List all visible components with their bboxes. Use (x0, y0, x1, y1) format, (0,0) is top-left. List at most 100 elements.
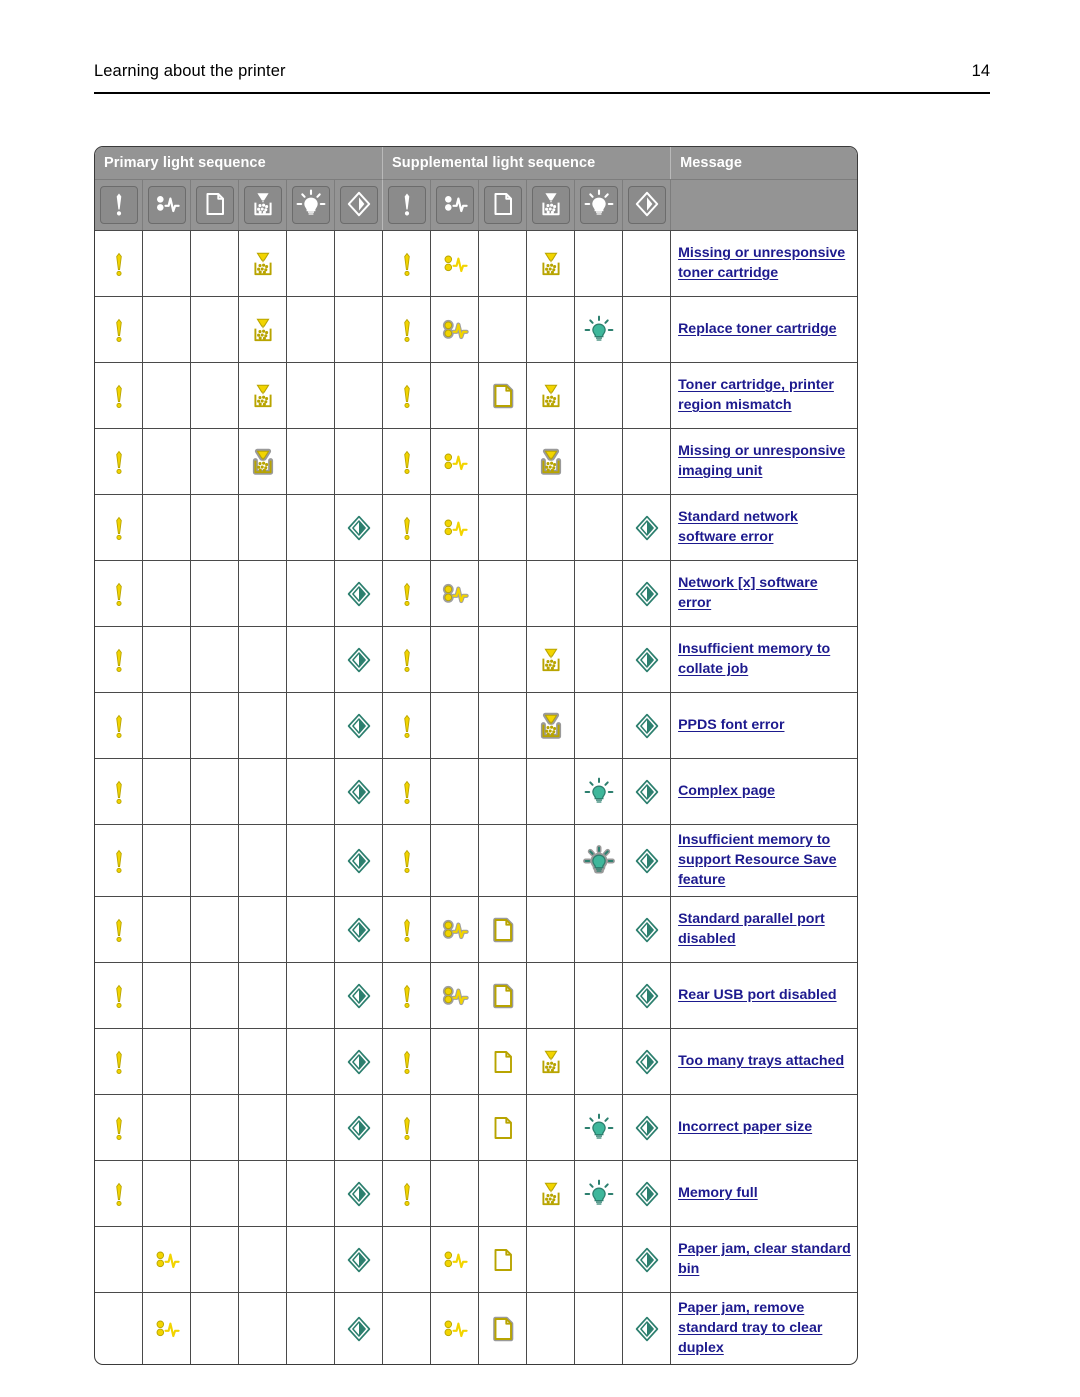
light-cell-empty (383, 1292, 432, 1364)
light-cell (335, 626, 384, 692)
light-cell (527, 626, 576, 692)
light-cell-empty (239, 1226, 287, 1292)
light-cell-empty (143, 362, 191, 428)
light-cell-empty (143, 428, 191, 494)
message-link[interactable]: Paper jam, remove standard tray to clear… (678, 1300, 822, 1356)
light-cell (383, 362, 432, 428)
lightbulb-icon-glyph (582, 187, 616, 221)
light-cell (431, 1226, 480, 1292)
error-light-on-icon (102, 775, 136, 809)
message-cell: Insufficient memory to collate job (671, 626, 858, 692)
message-link[interactable]: Missing or unresponsive imaging unit (678, 443, 845, 479)
table-row: Missing or unresponsive toner cartridge (95, 230, 858, 296)
light-cell (431, 296, 480, 362)
light-cell (479, 896, 528, 962)
error-light-on-icon (390, 445, 424, 479)
start-icon-glyph (342, 187, 376, 221)
light-cell-empty (287, 1226, 335, 1292)
light-cell-empty (287, 1292, 335, 1364)
lightbulb-icon-glyph (294, 187, 328, 221)
light-cell-empty (143, 758, 191, 824)
light-cell (623, 560, 672, 626)
message-link[interactable]: Standard parallel port disabled (678, 911, 825, 947)
light-cell-empty (143, 230, 191, 296)
light-cell (527, 692, 576, 758)
table-row: Insufficient memory to collate job (95, 626, 858, 692)
error-icon-glyph (390, 187, 424, 221)
message-link[interactable]: Network [x] software error (678, 575, 818, 611)
light-cell-empty (143, 896, 191, 962)
toner-light-on-icon (534, 379, 568, 413)
light-cell-empty (575, 962, 624, 1028)
legend-cell (287, 179, 335, 230)
error-icon-glyph (102, 187, 136, 221)
table-row: Replace toner cartridge (95, 296, 858, 362)
light-cell (431, 494, 480, 560)
light-cell-empty (431, 1028, 480, 1094)
start-button-light-on-icon (630, 1111, 664, 1145)
light-cell (623, 626, 672, 692)
message-link[interactable]: Incorrect paper size (678, 1119, 812, 1135)
load-paper-light-on-icon (486, 1243, 520, 1277)
light-cell-empty (239, 560, 287, 626)
error-light-on-icon (390, 511, 424, 545)
message-cell: Incorrect paper size (671, 1094, 858, 1160)
light-cell-empty (335, 362, 384, 428)
light-cell (335, 962, 384, 1028)
message-link[interactable]: Insufficient memory to collate job (678, 641, 830, 677)
light-cell-empty (575, 1028, 624, 1094)
light-cell-empty (527, 896, 576, 962)
light-cell-empty (239, 1094, 287, 1160)
start-button-light-on-icon (342, 709, 376, 743)
message-link[interactable]: Too many trays attached (678, 1053, 844, 1069)
start-button-light-on-icon (630, 1312, 664, 1346)
message-link[interactable]: Standard network software error (678, 509, 798, 545)
paper-jam-icon (147, 186, 186, 224)
light-cell-empty (287, 560, 335, 626)
light-cell (383, 758, 432, 824)
load-paper-light-blinking-icon (486, 379, 520, 413)
message-cell: Complex page (671, 758, 858, 824)
message-link[interactable]: Replace toner cartridge (678, 321, 836, 337)
message-link[interactable]: PPDS font error (678, 717, 784, 733)
message-cell: Missing or unresponsive imaging unit (671, 428, 858, 494)
light-cell (383, 560, 432, 626)
light-cell-empty (287, 1028, 335, 1094)
light-cell (527, 1028, 576, 1094)
light-cell (431, 428, 480, 494)
light-cell (383, 1160, 432, 1226)
start-button-light-on-icon (630, 979, 664, 1013)
paper-jam-light-on-icon (438, 445, 472, 479)
start-button-light-on-icon (630, 913, 664, 947)
start-button-light-on-icon (342, 577, 376, 611)
paper-jam-icon-glyph (150, 187, 184, 221)
error-light-on-icon (102, 844, 136, 878)
light-cell (95, 560, 143, 626)
message-link[interactable]: Toner cartridge, printer region mismatch (678, 377, 834, 413)
message-link[interactable]: Complex page (678, 783, 775, 799)
toner-light-on-icon (534, 247, 568, 281)
light-cell (95, 626, 143, 692)
error-icon (99, 186, 138, 224)
light-cell (335, 1028, 384, 1094)
message-link[interactable]: Missing or unresponsive toner cartridge (678, 245, 845, 281)
start-button-light-on-icon (630, 643, 664, 677)
table-row: Paper jam, clear standard bin (95, 1226, 858, 1292)
light-cell-empty (239, 758, 287, 824)
message-link[interactable]: Rear USB port disabled (678, 987, 836, 1003)
message-link[interactable]: Memory full (678, 1185, 758, 1201)
light-cell (623, 1094, 672, 1160)
light-cell (383, 1094, 432, 1160)
table-row: Missing or unresponsive imaging unit (95, 428, 858, 494)
running-header: Learning about the printer 14 (94, 62, 990, 81)
light-cell-empty (239, 692, 287, 758)
message-link[interactable]: Paper jam, clear standard bin (678, 1241, 851, 1277)
error-light-on-icon (390, 1111, 424, 1145)
message-link[interactable]: Insufficient memory to support Resource … (678, 832, 836, 888)
table-row: Standard network software error (95, 494, 858, 560)
light-cell (527, 362, 576, 428)
light-cell-empty (479, 692, 528, 758)
light-cell-empty (239, 494, 287, 560)
light-cell (575, 758, 624, 824)
light-cell (431, 896, 480, 962)
